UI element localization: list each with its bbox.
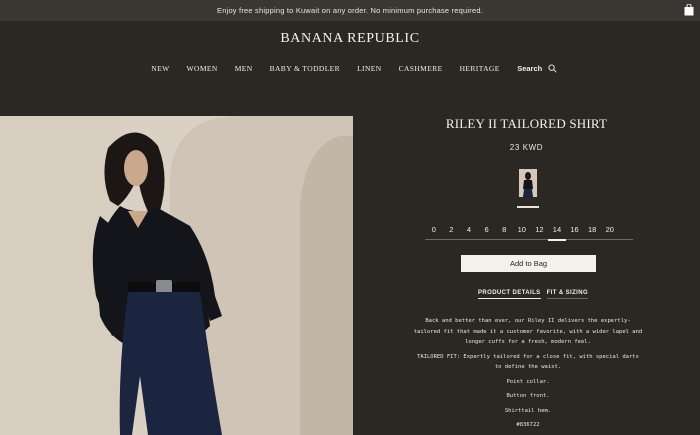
tab-product-details[interactable]: PRODUCT DETAILS <box>478 290 541 299</box>
add-to-bag-button[interactable]: Add to Bag <box>461 255 596 272</box>
size-option-14[interactable]: 14 <box>548 224 566 241</box>
brand-logo[interactable]: BANANA REPUBLIC <box>0 31 700 47</box>
product-description: Back and better than ever, our Riley II … <box>413 316 643 435</box>
nav-item-linen[interactable]: LINEN <box>357 64 382 73</box>
description-feature-collar: Point collar. <box>506 378 550 385</box>
product-price: 23 KWD <box>509 143 544 152</box>
swatch-selected-indicator <box>517 206 539 208</box>
search-icon[interactable] <box>548 64 557 73</box>
product-image[interactable] <box>0 116 353 435</box>
size-option-6[interactable]: 6 <box>478 224 496 239</box>
product-sku: #836722 <box>516 422 540 428</box>
description-feature-buttons: Button front. <box>506 393 550 399</box>
product-tabs: PRODUCT DETAILS FIT & SIZING <box>478 290 594 299</box>
description-fit: TAILORED FIT: Expertly tailored for a cl… <box>417 353 639 371</box>
size-option-10[interactable]: 10 <box>513 224 531 239</box>
size-option-4[interactable]: 4 <box>460 224 478 239</box>
search-link[interactable]: Search <box>517 64 542 73</box>
nav-item-baby-toddler[interactable]: BABY & TODDLER <box>270 64 340 73</box>
size-option-8[interactable]: 8 <box>495 224 513 239</box>
shopping-bag-icon[interactable] <box>684 4 694 16</box>
nav-item-women[interactable]: WOMEN <box>187 64 218 73</box>
promo-banner: Enjoy free shipping to Kuwait on any ord… <box>0 0 700 21</box>
product-title: RILEY II TAILORED SHIRT <box>445 116 608 131</box>
size-option-12[interactable]: 12 <box>531 224 549 239</box>
size-option-0[interactable]: 0 <box>425 224 443 239</box>
description-feature-hem: Shirttail hem. <box>504 407 552 414</box>
size-option-18[interactable]: 18 <box>583 224 601 239</box>
description-paragraph: Back and better than ever, our Riley II … <box>413 318 643 345</box>
size-option-20[interactable]: 20 <box>601 224 619 239</box>
swatch-thumbnail <box>519 169 537 197</box>
color-swatch[interactable] <box>519 169 537 197</box>
promo-text: Enjoy free shipping to Kuwait on any ord… <box>217 6 483 15</box>
nav-item-new[interactable]: NEW <box>151 64 169 73</box>
nav-item-heritage[interactable]: HERITAGE <box>460 64 500 73</box>
tab-fit-sizing[interactable]: FIT & SIZING <box>546 290 589 299</box>
nav-item-cashmere[interactable]: CASHMERE <box>399 64 443 73</box>
main-nav: NEW WOMEN MEN BABY & TODDLER LINEN CASHM… <box>0 64 700 73</box>
size-option-2[interactable]: 2 <box>443 224 461 239</box>
model-photo <box>0 116 353 435</box>
size-option-16[interactable]: 16 <box>566 224 584 239</box>
size-selector: 0 2 4 6 8 10 12 14 16 18 20 <box>425 224 633 241</box>
nav-item-men[interactable]: MEN <box>235 64 253 73</box>
